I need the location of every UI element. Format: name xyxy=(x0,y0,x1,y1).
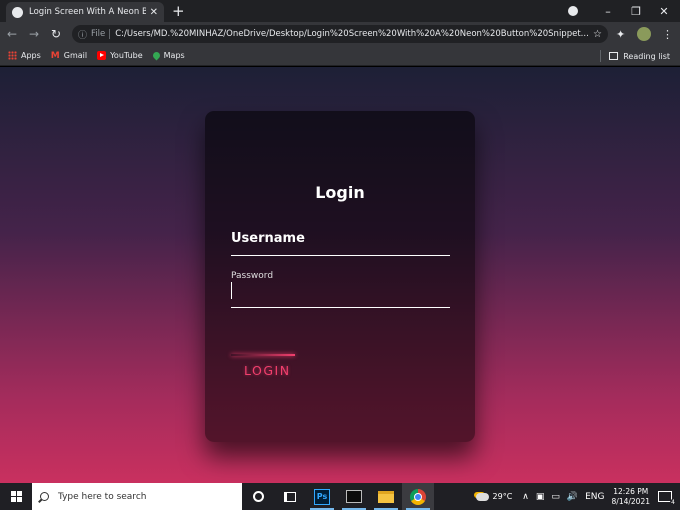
login-button[interactable]: LOGIN xyxy=(231,354,295,378)
address-url[interactable]: C:/Users/MD.%20MINHAZ/OneDrive/Desktop/L… xyxy=(115,29,589,39)
gmail-icon: M xyxy=(50,51,60,61)
windows-icon xyxy=(10,491,22,502)
password-label: Password xyxy=(231,271,274,281)
terminal-button[interactable] xyxy=(338,483,370,510)
chevron-up-icon[interactable]: ∧ xyxy=(522,492,529,502)
cortana-icon xyxy=(252,491,264,502)
menu-icon[interactable]: ⋮ xyxy=(662,22,673,46)
weather-icon xyxy=(475,492,489,501)
battery-icon[interactable]: ▭ xyxy=(551,492,560,502)
notification-icon[interactable]: 4 xyxy=(658,491,676,506)
bookmark-label: Maps xyxy=(163,51,185,60)
chrome-icon xyxy=(410,488,426,505)
photoshop-button[interactable]: Ps xyxy=(306,483,338,510)
bookmark-label: Gmail xyxy=(63,51,88,60)
address-scheme: File xyxy=(91,29,106,39)
bookmark-apps[interactable]: Apps xyxy=(8,51,41,60)
folder-icon xyxy=(378,490,394,503)
tab-search-icon[interactable] xyxy=(568,6,578,16)
cortana-button[interactable] xyxy=(242,483,274,510)
bookmark-label: Apps xyxy=(21,51,41,60)
clock[interactable]: 12:26 PM 8/14/2021 xyxy=(612,487,650,507)
language-indicator[interactable]: ENG xyxy=(585,492,604,502)
info-icon[interactable]: ⓘ xyxy=(78,28,87,41)
bookmark-label: YouTube xyxy=(110,51,143,60)
extensions-icon[interactable]: ✦ xyxy=(616,22,625,46)
weather-widget[interactable]: 29°C xyxy=(475,492,513,501)
tab-close-icon[interactable]: ✕ xyxy=(150,7,158,18)
password-field[interactable]: Password xyxy=(231,270,450,308)
clock-time: 12:26 PM xyxy=(613,486,649,496)
browser-toolbar: ← → ↻ ⓘ File C:/Users/MD.%20MINHAZ/OneDr… xyxy=(0,22,680,46)
photoshop-icon: Ps xyxy=(314,488,330,505)
chrome-button[interactable] xyxy=(402,483,434,510)
bookmark-youtube[interactable]: YouTube xyxy=(97,51,143,60)
search-icon xyxy=(40,492,49,501)
reload-icon[interactable]: ↻ xyxy=(46,27,66,41)
system-tray: 29°C ∧ ▣ ▭ 🔊 ENG 12:26 PM 8/14/2021 4 xyxy=(475,483,680,510)
bookmarks-bar: Apps M Gmail YouTube Maps xyxy=(0,46,680,66)
volume-icon[interactable]: 🔊 xyxy=(567,492,578,502)
task-view-button[interactable] xyxy=(274,483,306,510)
clock-date: 8/14/2021 xyxy=(611,496,650,506)
temperature: 29°C xyxy=(492,492,513,501)
minimize-icon[interactable]: – xyxy=(594,0,622,22)
search-placeholder: Type here to search xyxy=(58,491,147,502)
restore-icon[interactable]: ❐ xyxy=(622,0,650,22)
forward-icon[interactable]: → xyxy=(24,27,44,41)
address-separator xyxy=(109,29,111,39)
login-button-label: LOGIN xyxy=(244,363,291,378)
network-icon[interactable]: ▣ xyxy=(536,492,545,502)
neon-line xyxy=(231,354,295,356)
apps-icon xyxy=(8,51,17,60)
bookmark-maps[interactable]: Maps xyxy=(151,50,185,61)
bookmark-separator xyxy=(600,50,602,62)
taskbar-search[interactable]: Type here to search xyxy=(32,483,242,510)
username-label: Username xyxy=(231,231,305,246)
new-tab-button[interactable]: + xyxy=(172,2,185,20)
globe-icon xyxy=(12,6,23,18)
browser-tab[interactable]: Login Screen With A Neon Button ✕ xyxy=(6,2,164,22)
avatar[interactable] xyxy=(637,22,651,46)
bookmark-gmail[interactable]: M Gmail xyxy=(50,51,88,61)
reading-list-button[interactable]: Reading list xyxy=(600,46,670,66)
maps-icon xyxy=(151,50,162,61)
address-bar[interactable]: ⓘ File C:/Users/MD.%20MINHAZ/OneDrive/De… xyxy=(72,25,608,43)
bookmark-star-icon[interactable]: ☆ xyxy=(593,29,602,40)
close-window-icon[interactable]: ✕ xyxy=(650,0,678,22)
login-card: Login Username Password LOGIN xyxy=(205,111,475,442)
back-icon[interactable]: ← xyxy=(2,27,22,41)
login-title: Login xyxy=(315,183,365,202)
reading-list-label: Reading list xyxy=(623,51,670,61)
reading-list-icon xyxy=(609,52,619,60)
task-view-icon xyxy=(284,491,296,502)
terminal-icon xyxy=(346,490,362,503)
notification-count: 4 xyxy=(670,499,676,506)
page-background: Login Username Password LOGIN xyxy=(0,67,680,483)
text-caret xyxy=(231,282,232,299)
youtube-icon xyxy=(97,51,107,60)
file-explorer-button[interactable] xyxy=(370,483,402,510)
tab-title: Login Screen With A Neon Button xyxy=(29,7,146,17)
username-field[interactable]: Username xyxy=(231,229,450,256)
tab-strip: Login Screen With A Neon Button ✕ + – ❐ … xyxy=(0,0,680,22)
start-button[interactable] xyxy=(0,483,32,510)
